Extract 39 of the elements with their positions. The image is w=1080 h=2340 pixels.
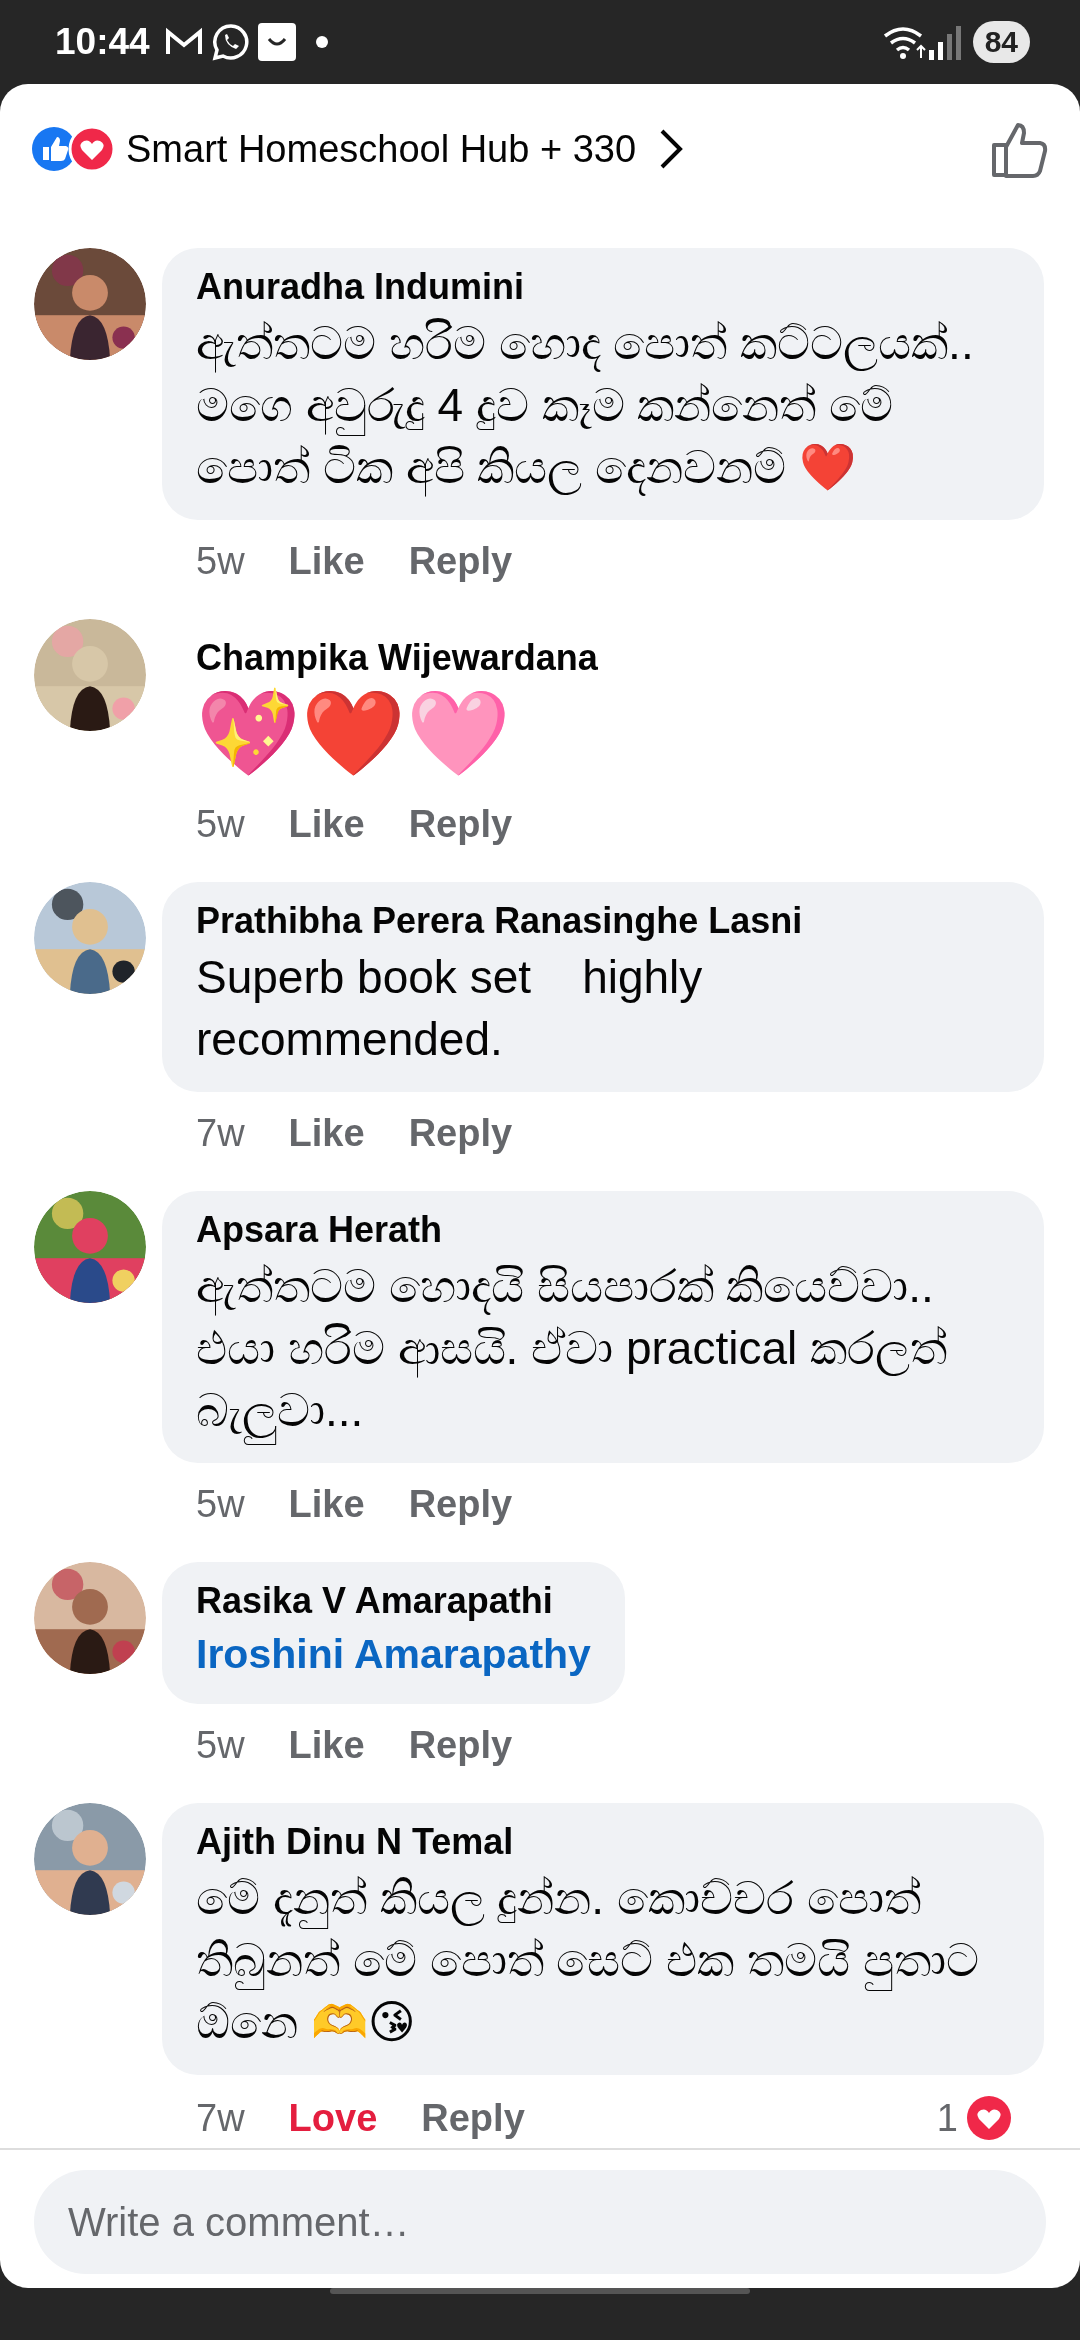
reaction-count: 1 xyxy=(936,2096,958,2140)
author-name[interactable]: Prathibha Perera Ranasinghe Lasni xyxy=(196,900,1010,942)
comment-time: 7w xyxy=(196,2096,245,2140)
comment-text: මේ දැනුත් කියල දුන්න. කොච්චර පොත් තිබුනත් මේ පොත් සෙට් එක තමයි පුතාට ඕනෙ 🫶😘 xyxy=(196,1871,980,2050)
reaction-link[interactable]: Like xyxy=(288,540,365,583)
clock: 10:44 xyxy=(55,21,150,63)
reply-link[interactable]: Reply xyxy=(408,1112,513,1155)
comment-text: ඇත්තටම හරිම හොද පොත් කට්ටලයක්.. මගෙ අවුරුදු 4 දුව කෑම කන්නෙත් මේ පොත් ටික අපි කියල දෙනවනම් ❤ xyxy=(196,312,1010,498)
comment-text: 💖❤🩷 xyxy=(196,685,512,782)
reaction-link[interactable]: Like xyxy=(288,803,365,846)
reaction-link[interactable]: Like xyxy=(288,1112,365,1155)
author-name[interactable]: Anuradha Indumini xyxy=(196,266,1010,308)
reaction-link[interactable]: Like xyxy=(288,1483,365,1526)
author-name[interactable]: Apsara Herath xyxy=(196,1209,1010,1251)
dot-icon xyxy=(315,36,328,48)
author-name[interactable]: Rasika V Amarapathi xyxy=(196,1580,591,1622)
comment-time: 5w xyxy=(196,540,245,583)
comment-text: Superb book set highly recommended. xyxy=(196,950,704,1067)
reactions-summary[interactable]: Smart Homeschool Hub + 330 xyxy=(126,127,637,171)
comment-time: 5w xyxy=(196,803,245,846)
reply-link[interactable]: Reply xyxy=(408,1483,513,1526)
reply-link[interactable]: Reply xyxy=(408,1724,513,1767)
battery-level: 84 xyxy=(972,21,1030,63)
reaction-link[interactable]: Love xyxy=(288,2096,378,2140)
mention-link[interactable]: Iroshini Amarapathy xyxy=(196,1626,591,1682)
author-name[interactable]: Ajith Dinu N Temal xyxy=(196,1821,1010,1863)
reply-link[interactable]: Reply xyxy=(421,2096,525,2140)
reaction-link[interactable]: Like xyxy=(288,1724,365,1767)
comment-time: 7w xyxy=(196,1112,245,1155)
author-name[interactable]: Champika Wijewardana xyxy=(196,637,598,679)
bag-icon xyxy=(257,23,296,61)
comment-time: 5w xyxy=(196,1483,245,1526)
comment-time: 5w xyxy=(196,1724,245,1767)
reply-link[interactable]: Reply xyxy=(408,803,513,846)
wifi-icon xyxy=(882,24,927,60)
chat-icon xyxy=(211,23,250,61)
signal-icon xyxy=(926,24,961,60)
comment-field[interactable]: Write a comment… xyxy=(34,2170,1046,2274)
reply-link[interactable]: Reply xyxy=(408,540,513,583)
